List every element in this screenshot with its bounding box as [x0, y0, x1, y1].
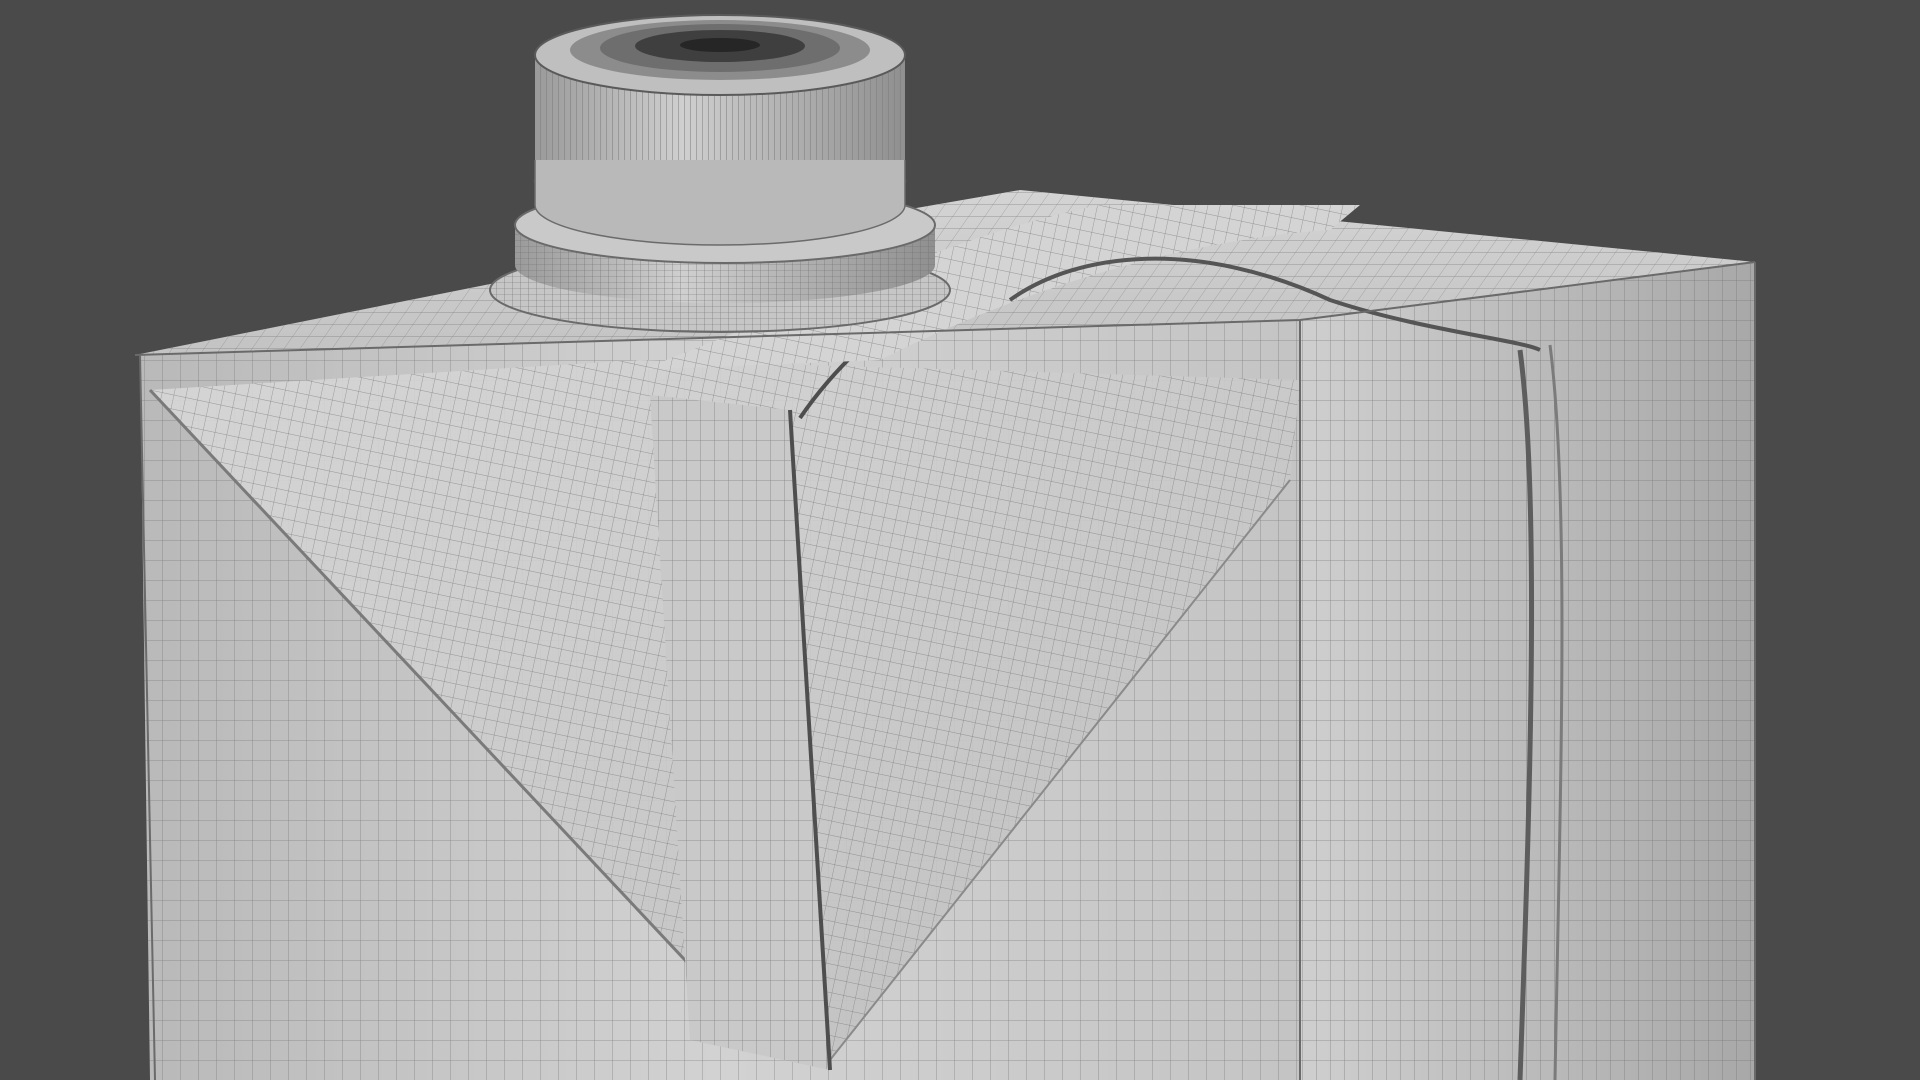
carton-wireframe-render — [134, 14, 1756, 1080]
carton-side-face — [1300, 262, 1755, 1080]
3d-viewport[interactable] — [0, 0, 1920, 1080]
cap-top — [534, 14, 906, 96]
